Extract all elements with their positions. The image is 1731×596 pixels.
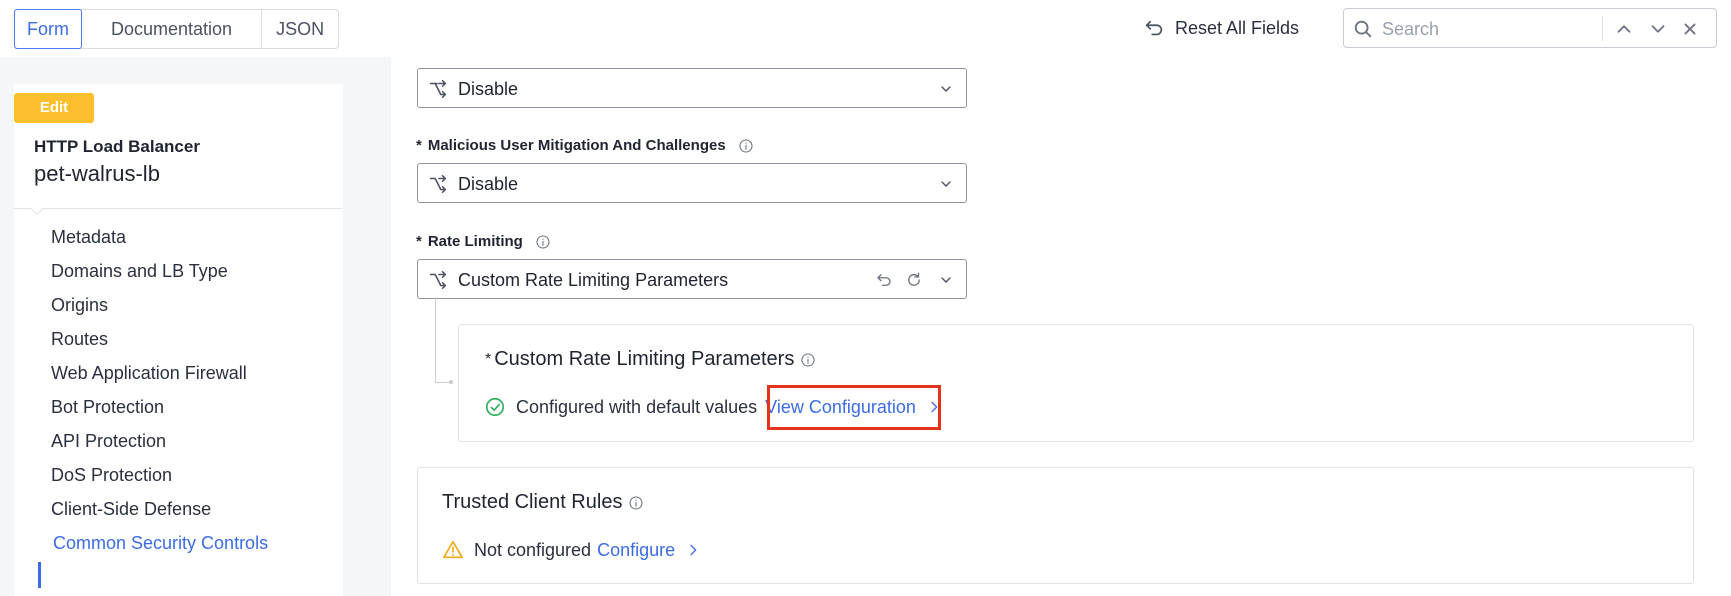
- edit-badge: Edit: [14, 93, 94, 123]
- close-icon[interactable]: [1679, 18, 1701, 40]
- sidebar-item-api-protection[interactable]: API Protection: [51, 431, 166, 452]
- info-icon[interactable]: [738, 138, 754, 154]
- reset-label: Reset All Fields: [1175, 17, 1300, 38]
- tree-connector-dot: [449, 380, 453, 384]
- sidebar-divider-notch: [29, 200, 45, 216]
- tab-form[interactable]: Form: [14, 9, 82, 49]
- top-bar: Form Documentation JSON Reset All Fields: [0, 0, 1731, 57]
- tree-connector-horizontal: [435, 382, 450, 383]
- malicious-user-label: * Malicious User Mitigation And Challeng…: [416, 137, 754, 154]
- tab-documentation[interactable]: Documentation: [82, 10, 263, 48]
- custom-rate-limiting-card: [458, 324, 1694, 442]
- undo-icon[interactable]: [875, 271, 893, 289]
- sidebar-item-waf[interactable]: Web Application Firewall: [51, 363, 247, 384]
- rate-limiting-select[interactable]: Custom Rate Limiting Parameters: [417, 259, 967, 299]
- top-select-value: Disable: [458, 79, 519, 99]
- refresh-icon[interactable]: [905, 271, 923, 289]
- sidebar-item-common-security-controls[interactable]: Common Security Controls: [53, 533, 268, 554]
- required-marker: *: [485, 350, 492, 368]
- info-icon[interactable]: [800, 352, 816, 368]
- required-marker: *: [416, 233, 422, 250]
- sidebar-item-metadata[interactable]: Metadata: [51, 227, 126, 248]
- warning-icon: [443, 540, 463, 559]
- chevron-down-icon: [941, 181, 951, 187]
- custom-rate-limiting-title-text: Custom Rate Limiting Parameters: [494, 348, 795, 370]
- search-divider: [1602, 16, 1603, 41]
- search-input[interactable]: [1382, 15, 1612, 43]
- sidebar-item-domains[interactable]: Domains and LB Type: [51, 261, 228, 282]
- chevron-down-icon[interactable]: [1647, 18, 1669, 40]
- reset-all-fields-button[interactable]: Reset All Fields: [1143, 13, 1299, 43]
- sidebar-item-routes[interactable]: Routes: [51, 329, 108, 350]
- chevron-right-icon[interactable]: [685, 542, 701, 558]
- reset-icon: [1145, 20, 1163, 36]
- sidebar: Edit HTTP Load Balancer pet-walrus-lb Me…: [14, 84, 343, 596]
- rate-limiting-label-text: Rate Limiting: [427, 233, 523, 250]
- sidebar-divider: [14, 208, 343, 209]
- top-select[interactable]: Disable: [417, 68, 967, 108]
- custom-rate-limiting-title: * Custom Rate Limiting Parameters: [485, 348, 816, 371]
- trusted-client-rules-status: Not configured Configure: [442, 539, 701, 561]
- search-box: [1343, 8, 1717, 48]
- fork-icon: [429, 174, 447, 194]
- view-tabs: Form Documentation JSON: [14, 9, 340, 49]
- tab-json[interactable]: JSON: [262, 10, 338, 48]
- search-icon: [1354, 20, 1372, 38]
- highlight-box: [767, 385, 941, 430]
- malicious-user-value: Disable: [458, 174, 519, 194]
- malicious-user-label-text: Malicious User Mitigation And Challenges: [427, 137, 726, 154]
- configure-link[interactable]: Configure: [597, 540, 675, 561]
- sidebar-item-dos-protection[interactable]: DoS Protection: [51, 465, 172, 486]
- info-icon[interactable]: [535, 234, 551, 250]
- fork-icon: [429, 79, 447, 99]
- active-indicator: [38, 562, 41, 588]
- sidebar-item-origins[interactable]: Origins: [51, 295, 108, 316]
- malicious-user-select[interactable]: Disable: [417, 163, 967, 203]
- required-marker: *: [416, 137, 422, 154]
- info-icon[interactable]: [628, 495, 644, 511]
- trusted-client-rules-title: Trusted Client Rules: [442, 491, 644, 514]
- trusted-client-rules-title-text: Trusted Client Rules: [442, 491, 623, 513]
- rate-limiting-value: Custom Rate Limiting Parameters: [458, 270, 729, 290]
- trusted-status-text: Not configured: [474, 539, 592, 560]
- chevron-down-icon: [941, 86, 951, 92]
- trusted-client-rules-card: [417, 467, 1694, 584]
- rate-limiting-label: * Rate Limiting: [416, 233, 551, 250]
- chevron-down-icon: [941, 277, 951, 283]
- chevron-up-icon[interactable]: [1613, 18, 1635, 40]
- sidebar-item-bot-protection[interactable]: Bot Protection: [51, 397, 164, 418]
- fork-icon: [429, 270, 447, 290]
- object-type: HTTP Load Balancer: [34, 137, 200, 156]
- custom-status-text: Configured with default values: [516, 396, 758, 417]
- tree-connector-vertical: [435, 297, 436, 382]
- object-name: pet-walrus-lb: [34, 161, 160, 186]
- check-circle-icon: [485, 397, 505, 417]
- sidebar-item-client-side-defense[interactable]: Client-Side Defense: [51, 499, 211, 520]
